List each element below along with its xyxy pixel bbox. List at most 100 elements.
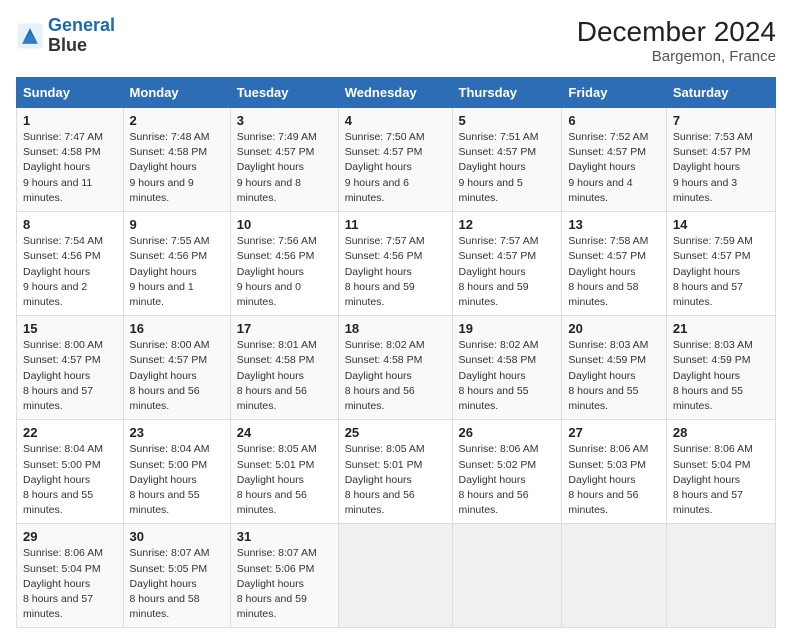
column-header-saturday: Saturday: [666, 78, 775, 108]
calendar-day-cell: 16Sunrise: 8:00 AMSunset: 4:57 PMDayligh…: [123, 316, 230, 420]
calendar-day-cell: 31 Sunrise: 8:07 AMSunset: 5:06 PMDayligh…: [230, 524, 338, 628]
day-detail: Sunrise: 8:01 AMSunset: 4:58 PMDaylight …: [237, 339, 317, 412]
calendar-day-cell: 23 Sunrise: 8:04 AMSunset: 5:00 PMDayligh…: [123, 420, 230, 524]
calendar-day-cell: 29 Sunrise: 8:06 AMSunset: 5:04 PMDayligh…: [17, 524, 124, 628]
day-number: 17: [237, 321, 332, 336]
day-detail: Sunrise: 7:48 AMSunset: 4:58 PMDaylight …: [130, 131, 210, 204]
day-detail: Sunrise: 8:07 AMSunset: 5:06 PMDaylight …: [237, 547, 317, 620]
calendar-day-cell: 12 Sunrise: 7:57 AMSunset: 4:57 PMDayligh…: [452, 212, 562, 316]
day-number: 1: [23, 113, 117, 128]
calendar-day-cell: 21 Sunrise: 8:03 AMSunset: 4:59 PMDayligh…: [666, 316, 775, 420]
day-number: 23: [130, 425, 224, 440]
day-number: 7: [673, 113, 769, 128]
day-number: 14: [673, 217, 769, 232]
empty-day-cell: [666, 524, 775, 628]
day-number: 28: [673, 425, 769, 440]
day-detail: Sunrise: 8:06 AMSunset: 5:04 PMDaylight …: [23, 547, 103, 620]
calendar-day-cell: 17 Sunrise: 8:01 AMSunset: 4:58 PMDayligh…: [230, 316, 338, 420]
calendar-day-cell: 20Sunrise: 8:03 AMSunset: 4:59 PMDayligh…: [562, 316, 666, 420]
calendar-week-row: 29 Sunrise: 8:06 AMSunset: 5:04 PMDayligh…: [17, 524, 776, 628]
calendar-day-cell: 27Sunrise: 8:06 AMSunset: 5:03 PMDayligh…: [562, 420, 666, 524]
day-number: 6: [568, 113, 659, 128]
day-detail: Sunrise: 7:56 AMSunset: 4:56 PMDaylight …: [237, 235, 317, 308]
day-detail: Sunrise: 7:51 AMSunset: 4:57 PMDaylight …: [459, 131, 539, 204]
calendar-day-cell: 7 Sunrise: 7:53 AMSunset: 4:57 PMDaylight…: [666, 108, 775, 212]
day-detail: Sunrise: 7:52 AMSunset: 4:57 PMDaylight …: [568, 131, 648, 204]
day-detail: Sunrise: 8:00 AMSunset: 4:57 PMDaylight …: [23, 339, 103, 412]
day-number: 26: [459, 425, 556, 440]
calendar-day-cell: 5 Sunrise: 7:51 AMSunset: 4:57 PMDaylight…: [452, 108, 562, 212]
day-number: 31: [237, 529, 332, 544]
day-number: 2: [130, 113, 224, 128]
empty-day-cell: [562, 524, 666, 628]
day-number: 25: [345, 425, 446, 440]
day-detail: Sunrise: 7:57 AMSunset: 4:56 PMDaylight …: [345, 235, 425, 308]
column-header-tuesday: Tuesday: [230, 78, 338, 108]
page-header: General Blue December 2024 Bargemon, Fra…: [16, 16, 776, 65]
calendar-day-cell: 30 Sunrise: 8:07 AMSunset: 5:05 PMDayligh…: [123, 524, 230, 628]
day-detail: Sunrise: 8:03 AMSunset: 4:59 PMDaylight …: [568, 339, 648, 412]
day-detail: Sunrise: 8:07 AMSunset: 5:05 PMDaylight …: [130, 547, 210, 620]
empty-day-cell: [338, 524, 452, 628]
column-header-wednesday: Wednesday: [338, 78, 452, 108]
calendar-week-row: 8Sunrise: 7:54 AMSunset: 4:56 PMDaylight…: [17, 212, 776, 316]
calendar-day-cell: 28 Sunrise: 8:06 AMSunset: 5:04 PMDayligh…: [666, 420, 775, 524]
calendar-week-row: 22 Sunrise: 8:04 AMSunset: 5:00 PMDayligh…: [17, 420, 776, 524]
calendar-day-cell: 9 Sunrise: 7:55 AMSunset: 4:56 PMDaylight…: [123, 212, 230, 316]
day-number: 9: [130, 217, 224, 232]
day-detail: Sunrise: 7:55 AMSunset: 4:56 PMDaylight …: [130, 235, 210, 308]
day-detail: Sunrise: 7:57 AMSunset: 4:57 PMDaylight …: [459, 235, 539, 308]
day-detail: Sunrise: 8:04 AMSunset: 5:00 PMDaylight …: [23, 443, 103, 516]
calendar-day-cell: 4Sunrise: 7:50 AMSunset: 4:57 PMDaylight…: [338, 108, 452, 212]
day-detail: Sunrise: 7:58 AMSunset: 4:57 PMDaylight …: [568, 235, 648, 308]
calendar-week-row: 1Sunrise: 7:47 AMSunset: 4:58 PMDaylight…: [17, 108, 776, 212]
day-number: 13: [568, 217, 659, 232]
day-detail: Sunrise: 8:02 AMSunset: 4:58 PMDaylight …: [345, 339, 425, 412]
day-detail: Sunrise: 7:54 AMSunset: 4:56 PMDaylight …: [23, 235, 103, 308]
calendar-day-cell: 1Sunrise: 7:47 AMSunset: 4:58 PMDaylight…: [17, 108, 124, 212]
calendar-week-row: 15 Sunrise: 8:00 AMSunset: 4:57 PMDayligh…: [17, 316, 776, 420]
day-number: 21: [673, 321, 769, 336]
calendar-day-cell: 22 Sunrise: 8:04 AMSunset: 5:00 PMDayligh…: [17, 420, 124, 524]
page-title: December 2024: [577, 16, 776, 48]
calendar-day-cell: 2 Sunrise: 7:48 AMSunset: 4:58 PMDaylight…: [123, 108, 230, 212]
calendar-day-cell: 13 Sunrise: 7:58 AMSunset: 4:57 PMDayligh…: [562, 212, 666, 316]
day-number: 19: [459, 321, 556, 336]
calendar-day-cell: 19 Sunrise: 8:02 AMSunset: 4:58 PMDayligh…: [452, 316, 562, 420]
day-detail: Sunrise: 8:05 AMSunset: 5:01 PMDaylight …: [237, 443, 317, 516]
logo: General Blue: [16, 16, 115, 56]
logo-text: General Blue: [48, 16, 115, 56]
day-detail: Sunrise: 8:03 AMSunset: 4:59 PMDaylight …: [673, 339, 753, 412]
title-block: December 2024 Bargemon, France: [577, 16, 776, 65]
day-number: 12: [459, 217, 556, 232]
day-number: 15: [23, 321, 117, 336]
day-number: 3: [237, 113, 332, 128]
day-number: 27: [568, 425, 659, 440]
calendar-day-cell: 18Sunrise: 8:02 AMSunset: 4:58 PMDayligh…: [338, 316, 452, 420]
day-detail: Sunrise: 8:04 AMSunset: 5:00 PMDaylight …: [130, 443, 210, 516]
calendar-day-cell: 24 Sunrise: 8:05 AMSunset: 5:01 PMDayligh…: [230, 420, 338, 524]
day-number: 11: [345, 217, 446, 232]
day-number: 16: [130, 321, 224, 336]
day-number: 10: [237, 217, 332, 232]
day-number: 29: [23, 529, 117, 544]
logo-icon: [16, 22, 44, 50]
calendar-day-cell: 11 Sunrise: 7:57 AMSunset: 4:56 PMDayligh…: [338, 212, 452, 316]
day-number: 5: [459, 113, 556, 128]
calendar-day-cell: 10 Sunrise: 7:56 AMSunset: 4:56 PMDayligh…: [230, 212, 338, 316]
day-detail: Sunrise: 8:02 AMSunset: 4:58 PMDaylight …: [459, 339, 539, 412]
day-number: 24: [237, 425, 332, 440]
day-number: 4: [345, 113, 446, 128]
calendar-day-cell: 15 Sunrise: 8:00 AMSunset: 4:57 PMDayligh…: [17, 316, 124, 420]
column-header-sunday: Sunday: [17, 78, 124, 108]
day-number: 30: [130, 529, 224, 544]
calendar-day-cell: 14Sunrise: 7:59 AMSunset: 4:57 PMDayligh…: [666, 212, 775, 316]
day-detail: Sunrise: 8:05 AMSunset: 5:01 PMDaylight …: [345, 443, 425, 516]
day-detail: Sunrise: 7:53 AMSunset: 4:57 PMDaylight …: [673, 131, 753, 204]
calendar-day-cell: 6 Sunrise: 7:52 AMSunset: 4:57 PMDaylight…: [562, 108, 666, 212]
day-number: 22: [23, 425, 117, 440]
calendar-header-row: SundayMondayTuesdayWednesdayThursdayFrid…: [17, 78, 776, 108]
day-detail: Sunrise: 8:06 AMSunset: 5:04 PMDaylight …: [673, 443, 753, 516]
day-detail: Sunrise: 7:49 AMSunset: 4:57 PMDaylight …: [237, 131, 317, 204]
column-header-thursday: Thursday: [452, 78, 562, 108]
